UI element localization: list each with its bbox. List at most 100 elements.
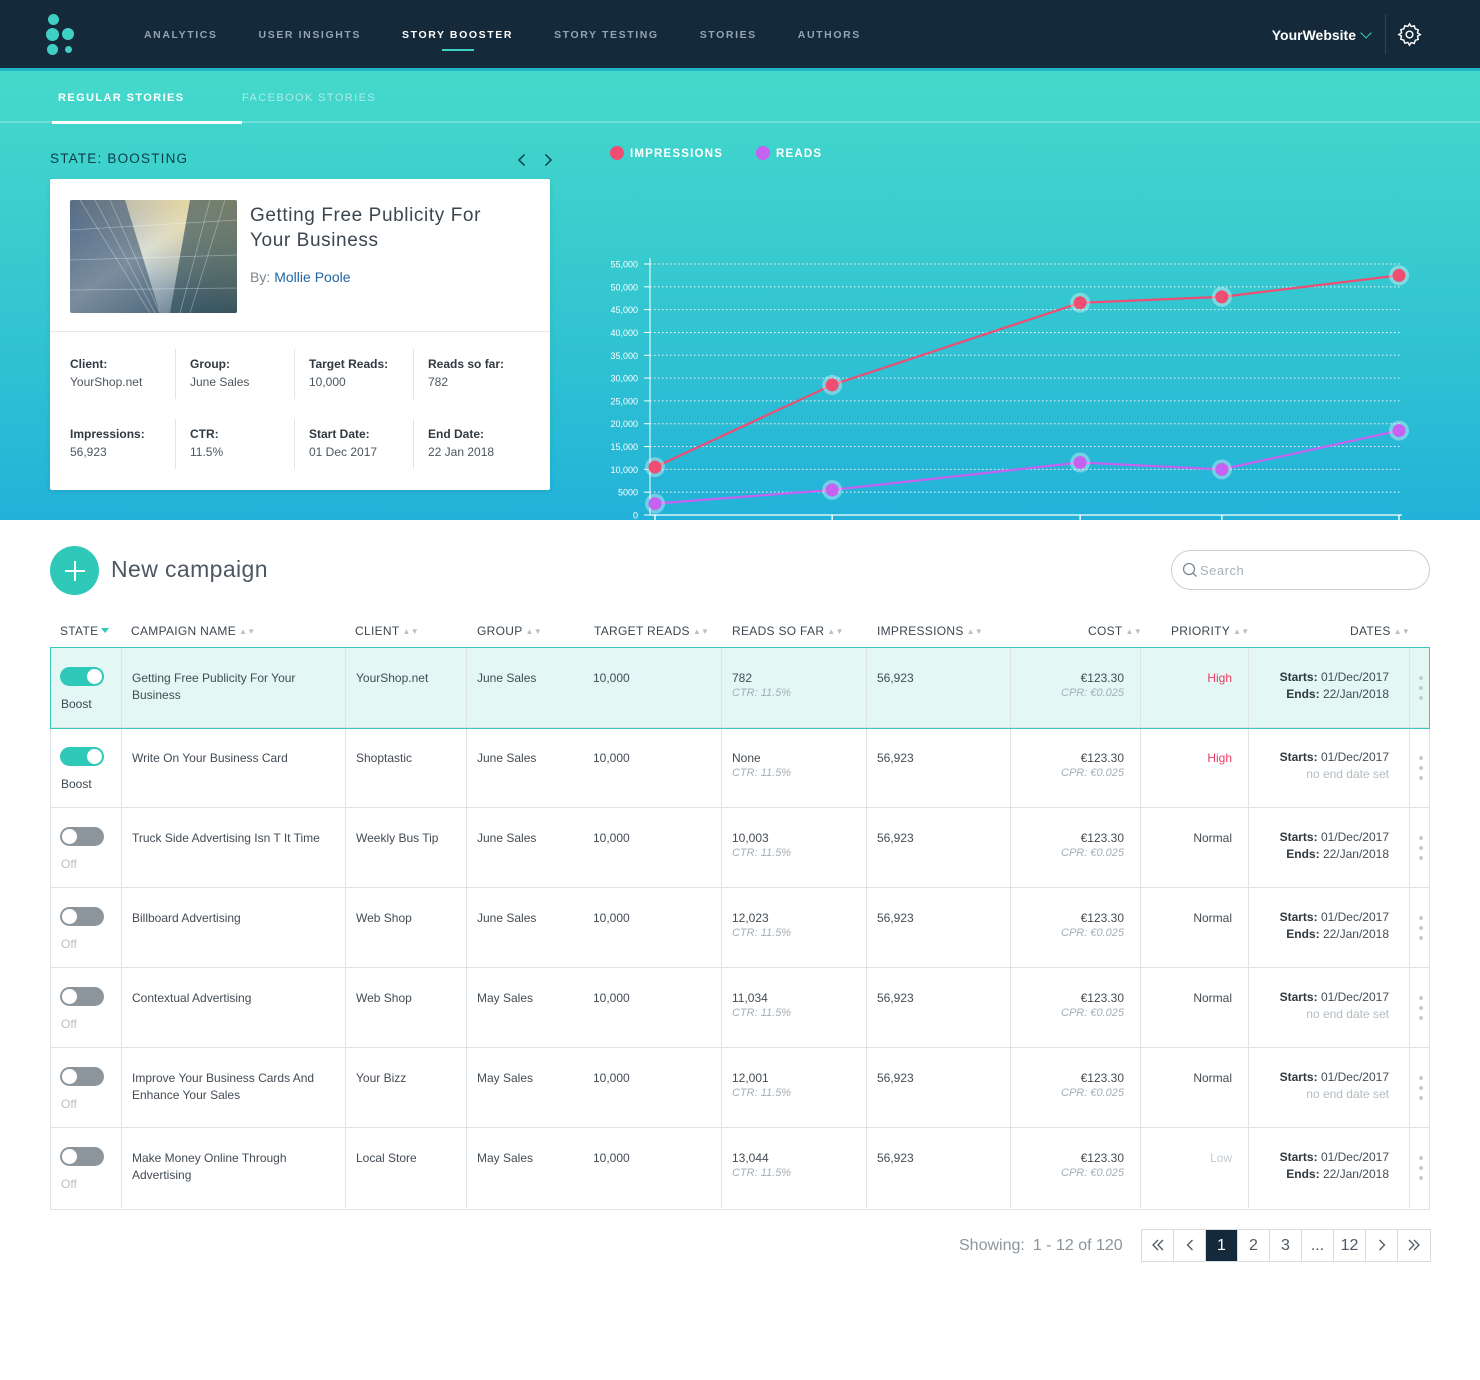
cell-client: Your Bizz xyxy=(345,1048,466,1128)
y-tick-label: 15,000 xyxy=(610,442,638,452)
start-label: Starts: xyxy=(1279,990,1318,1004)
page-button-1[interactable]: 1 xyxy=(1206,1230,1238,1261)
header-campaign-name[interactable]: CAMPAIGN NAME ▲▼ xyxy=(131,624,255,638)
data-point-reads xyxy=(1215,462,1229,476)
campaign-cpr: CPR: €0.025 xyxy=(1061,1087,1124,1099)
previous-story-arrow-icon[interactable] xyxy=(514,152,530,168)
boost-toggle[interactable] xyxy=(60,987,104,1006)
cell-priority: Normal xyxy=(1140,888,1248,968)
cell-target: 10,000 xyxy=(583,888,721,968)
table-row[interactable]: Off Billboard Advertising Web Shop June Sal… xyxy=(51,888,1429,968)
new-campaign-button[interactable] xyxy=(50,546,99,595)
header-target-reads[interactable]: TARGET READS ▲▼ xyxy=(594,624,709,638)
table-row[interactable]: Boost Getting Free Publicity For Your Bus… xyxy=(50,647,1430,729)
row-menu-kebab-icon[interactable] xyxy=(1419,756,1423,780)
gear-icon[interactable] xyxy=(1397,22,1422,47)
row-menu-kebab-icon[interactable] xyxy=(1419,1076,1423,1100)
table-row[interactable]: Off Make Money Online Through Advertising… xyxy=(51,1128,1429,1208)
story-card: Getting Free Publicity For Your Business… xyxy=(50,179,550,490)
start-value: 01/Dec/2017 xyxy=(1320,1070,1389,1084)
cell-dates: Starts: 01/Dec/2017 Ends: 22/Jan/2018 xyxy=(1248,888,1409,968)
campaign-name[interactable]: Contextual Advertising xyxy=(132,990,337,1007)
campaign-target-reads: 10,000 xyxy=(593,831,630,845)
campaign-ctr: CTR: 11.5% xyxy=(732,927,792,939)
campaign-name[interactable]: Write On Your Business Card xyxy=(132,750,337,767)
campaign-name[interactable]: Billboard Advertising xyxy=(132,910,337,927)
next-page-button[interactable] xyxy=(1366,1230,1398,1261)
boost-toggle[interactable] xyxy=(60,907,104,926)
row-menu-kebab-icon[interactable] xyxy=(1419,676,1423,700)
row-menu-kebab-icon[interactable] xyxy=(1419,996,1423,1020)
toggle-knob xyxy=(62,829,77,844)
header-client[interactable]: CLIENT ▲▼ xyxy=(355,624,419,638)
page-button-2[interactable]: 2 xyxy=(1238,1230,1270,1261)
previous-page-button[interactable] xyxy=(1174,1230,1206,1261)
sort-icon: ▲▼ xyxy=(239,627,256,636)
cell-cost: €123.30 CPR: €0.025 xyxy=(1010,728,1140,808)
table-row[interactable]: Off Contextual Advertising Web Shop May Sal… xyxy=(51,968,1429,1048)
last-page-button[interactable] xyxy=(1398,1230,1430,1261)
search-input[interactable] xyxy=(1200,559,1415,581)
state-text: Off xyxy=(61,1177,77,1191)
author-link[interactable]: Mollie Poole xyxy=(274,269,350,285)
page-button-12[interactable]: 12 xyxy=(1334,1230,1366,1261)
cell-reads: 13,044 CTR: 11.5% xyxy=(721,1128,866,1208)
row-menu-kebab-icon[interactable] xyxy=(1419,916,1423,940)
table-row[interactable]: Off Truck Side Advertising Isn T It Time W… xyxy=(51,808,1429,888)
cell-dates: Starts: 01/Dec/2017 Ends: 22/Jan/2018 xyxy=(1248,808,1409,888)
page-button-3[interactable]: 3 xyxy=(1270,1230,1302,1261)
campaign-target-reads: 10,000 xyxy=(593,1071,630,1085)
boost-toggle[interactable] xyxy=(60,827,104,846)
row-menu-kebab-icon[interactable] xyxy=(1419,836,1423,860)
legend-impressions-label: IMPRESSIONS xyxy=(630,148,724,161)
campaign-client: YourShop.net xyxy=(356,671,429,685)
start-label: Starts: xyxy=(1279,830,1318,844)
campaign-reads: 12,001 xyxy=(732,1071,769,1085)
table-row[interactable]: Boost Write On Your Business Card Shoptast… xyxy=(51,728,1429,808)
table-row[interactable]: Off Improve Your Business Cards And Enhan… xyxy=(51,1048,1429,1128)
brand-logo-icon[interactable] xyxy=(46,14,76,56)
campaign-cpr: CPR: €0.025 xyxy=(1061,927,1124,939)
tab-facebook-stories[interactable]: FACEBOOK STORIES xyxy=(242,71,376,123)
new-campaign-label[interactable]: New campaign xyxy=(111,556,268,583)
meta-end-value: 22 Jan 2018 xyxy=(428,445,495,459)
cell-name: Contextual Advertising xyxy=(121,968,345,1048)
website-selector[interactable]: YourWebsite xyxy=(1272,0,1372,68)
campaign-cost: €123.30 xyxy=(1080,1151,1124,1165)
row-menu-kebab-icon[interactable] xyxy=(1419,1156,1423,1180)
tab-regular-stories[interactable]: REGULAR STORIES xyxy=(52,71,242,124)
campaign-name[interactable]: Improve Your Business Cards And Enhance … xyxy=(132,1070,337,1104)
nav-item-user-insights[interactable]: USER INSIGHTS xyxy=(259,0,361,68)
header-impressions[interactable]: IMPRESSIONS ▲▼ xyxy=(877,624,983,638)
story-byline: By: Mollie Poole xyxy=(250,269,351,285)
nav-item-story-testing[interactable]: STORY TESTING xyxy=(554,0,659,68)
story-thumbnail-image xyxy=(70,200,237,313)
boost-toggle[interactable] xyxy=(60,747,104,766)
header-name-label: CAMPAIGN NAME xyxy=(131,624,237,638)
nav-item-authors[interactable]: AUTHORS xyxy=(798,0,861,68)
legend-reads[interactable]: READS xyxy=(756,146,822,163)
sort-icon: ▲▼ xyxy=(692,627,710,636)
header-group[interactable]: GROUP ▲▼ xyxy=(477,624,542,638)
header-reads-so-far[interactable]: READS SO FAR ▲▼ xyxy=(732,624,844,638)
legend-impressions[interactable]: IMPRESSIONS xyxy=(610,146,724,163)
end-value: 22/Jan/2018 xyxy=(1322,1167,1389,1181)
nav-item-stories[interactable]: STORIES xyxy=(700,0,757,68)
header-priority[interactable]: PRIORITY ▲▼ xyxy=(1171,624,1250,638)
boost-toggle[interactable] xyxy=(60,1067,104,1086)
state-text: Off xyxy=(61,937,77,951)
boost-toggle[interactable] xyxy=(60,667,104,686)
header-dates[interactable]: DATES ▲▼ xyxy=(1350,624,1410,638)
header-cost[interactable]: COST ▲▼ xyxy=(1088,624,1142,638)
next-story-arrow-icon[interactable] xyxy=(540,152,556,168)
header-state[interactable]: STATE xyxy=(60,624,110,638)
nav-item-analytics[interactable]: ANALYTICS xyxy=(144,0,218,68)
campaign-priority: High xyxy=(1207,751,1232,765)
campaign-name[interactable]: Getting Free Publicity For Your Business xyxy=(132,670,337,704)
campaign-name[interactable]: Make Money Online Through Advertising xyxy=(132,1150,337,1184)
first-page-button[interactable] xyxy=(1142,1230,1174,1261)
campaign-name[interactable]: Truck Side Advertising Isn T It Time xyxy=(132,830,337,847)
meta-target-reads: Target Reads: 10,000 xyxy=(294,349,412,399)
boost-toggle[interactable] xyxy=(60,1147,104,1166)
nav-item-story-booster[interactable]: STORY BOOSTER xyxy=(402,0,513,68)
